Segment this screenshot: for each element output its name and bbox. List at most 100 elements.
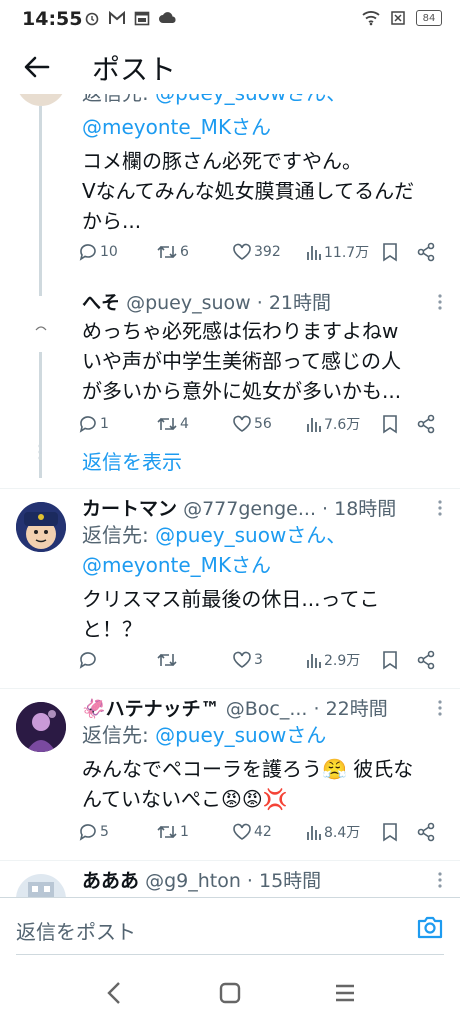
retweet-button[interactable]: 4	[156, 414, 189, 434]
reply-button[interactable]: 5	[78, 822, 109, 842]
avatar[interactable]	[16, 502, 66, 552]
status-time: 14:55	[22, 8, 83, 30]
tweet-actions: 3 2.9万	[78, 650, 444, 674]
reply-to-prefix: 返信先:	[82, 523, 156, 547]
tweet-time[interactable]: · 21時間	[257, 292, 331, 314]
bookmark-button[interactable]	[382, 822, 398, 842]
like-count: 42	[254, 824, 272, 840]
views-button[interactable]: 11.7万	[306, 242, 369, 262]
reply-button[interactable]: 10	[78, 242, 118, 262]
tweet-text-line: めっちゃ必死感は伝わりますよねw	[82, 319, 399, 343]
author-name[interactable]: ハテナッチ™	[106, 698, 220, 720]
author-handle[interactable]: @Boc_...	[226, 698, 308, 720]
bookmark-button[interactable]	[382, 414, 398, 434]
reply-tweet[interactable]: カートマン @777genge... · 18時間 返信先: @puey_suo…	[0, 490, 460, 686]
avatar[interactable]	[16, 874, 66, 897]
views-button[interactable]: 8.4万	[306, 822, 360, 842]
reply-button[interactable]	[78, 650, 100, 670]
share-button[interactable]	[416, 414, 436, 434]
share-icon	[417, 414, 435, 434]
tweet-text-line: と！？	[82, 617, 142, 641]
home-nav-icon[interactable]	[219, 980, 241, 1006]
mention-link[interactable]: @puey_suowさん、	[155, 523, 346, 547]
reply-to-line: 返信先: @puey_suowさん	[82, 720, 442, 750]
reply-input[interactable]: 返信をポスト	[16, 916, 136, 945]
reply-tweet[interactable]: 返信先: @puey_suowさん、 @meyonte_MKさん コメ欄の豚さん…	[0, 94, 460, 296]
avatar[interactable]	[16, 94, 66, 106]
share-button[interactable]	[416, 822, 436, 842]
avatar[interactable]	[16, 298, 66, 348]
avatar-image	[35, 326, 47, 331]
bookmark-icon	[383, 243, 397, 262]
avatar[interactable]	[16, 702, 66, 752]
author-handle[interactable]: @g9_hton	[145, 870, 241, 892]
share-icon	[417, 822, 435, 842]
tweet-text-line: んていないぺこ😡😡💢	[82, 787, 288, 811]
author-name[interactable]: へそ	[82, 292, 120, 314]
retweet-icon	[157, 245, 177, 259]
retweet-button[interactable]: 6	[156, 242, 189, 262]
more-options-icon[interactable]	[438, 294, 442, 310]
retweet-button[interactable]: 1	[156, 822, 189, 842]
bookmark-button[interactable]	[382, 242, 398, 262]
more-options-icon[interactable]	[438, 872, 442, 888]
system-navigation-bar	[0, 960, 460, 1024]
conversation-thread[interactable]: 返信先: @puey_suowさん、 @meyonte_MKさん コメ欄の豚さん…	[0, 94, 460, 897]
retweet-button[interactable]	[156, 650, 180, 670]
reply-composer[interactable]: 返信をポスト	[0, 897, 460, 958]
no-sim-icon	[391, 11, 405, 25]
share-button[interactable]	[416, 242, 436, 262]
author-handle[interactable]: @puey_suow	[126, 292, 251, 314]
tweet-text: コメ欄の豚さん必死ですやん。 Vなんてみんな処女膜貫通してるんだ から...	[82, 146, 442, 236]
reply-count: 10	[100, 244, 118, 260]
reply-button[interactable]: 1	[78, 414, 109, 434]
show-replies-link[interactable]: 返信を表示	[82, 446, 182, 475]
view-count: 2.9万	[324, 653, 361, 669]
bookmark-icon	[383, 823, 397, 842]
name-emoji: 🦑	[82, 698, 106, 720]
bookmark-icon	[383, 415, 397, 434]
divider	[0, 688, 460, 689]
tweet-text-line: Vなんてみんな処女膜貫通してるんだ	[82, 179, 415, 203]
heart-icon	[233, 823, 251, 840]
back-nav-icon[interactable]	[104, 980, 124, 1006]
reply-tweet[interactable]: 🦑ハテナッチ™ @Boc_... · 22時間 返信先: @puey_suowさ…	[0, 690, 460, 858]
tweet-text-line: いや声が中学生美術部って感じの人	[82, 349, 401, 373]
reply-icon	[79, 244, 96, 261]
wifi-icon	[362, 11, 380, 26]
author-row: あああ @g9_hton · 15時間	[82, 866, 321, 893]
heart-icon	[233, 651, 251, 668]
like-button[interactable]: 42	[232, 822, 272, 842]
retweet-count: 1	[180, 824, 189, 840]
views-button[interactable]: 2.9万	[306, 650, 360, 670]
bookmark-button[interactable]	[382, 650, 398, 670]
tweet-text-line: コメ欄の豚さん必死ですやん。	[82, 149, 362, 173]
share-button[interactable]	[416, 650, 436, 670]
like-button[interactable]: 3	[232, 650, 263, 670]
reply-tweet[interactable]: あああ @g9_hton · 15時間	[0, 862, 460, 897]
author-name[interactable]: カートマン	[82, 498, 177, 520]
author-handle[interactable]: @777genge...	[183, 498, 316, 520]
more-options-icon[interactable]	[438, 700, 442, 716]
view-count: 8.4万	[324, 825, 361, 841]
tweet-actions: 10 6 392 11.7万	[78, 242, 444, 266]
recents-nav-icon[interactable]	[334, 980, 356, 1006]
tweet-time[interactable]: · 15時間	[247, 870, 321, 892]
tweet-time[interactable]: · 18時間	[322, 498, 396, 520]
author-name[interactable]: あああ	[82, 870, 139, 892]
back-arrow-icon[interactable]	[22, 52, 52, 82]
reply-tweet[interactable]: へそ @puey_suow · 21時間 めっちゃ必死感は伝わりますよねw いや…	[0, 282, 460, 492]
reply-icon	[79, 416, 96, 433]
mention-link[interactable]: @puey_suowさん	[155, 723, 326, 747]
mention-link[interactable]: @puey_suowさん、	[155, 94, 346, 105]
tweet-time[interactable]: · 22時間	[314, 698, 388, 720]
more-options-icon[interactable]	[438, 500, 442, 516]
like-button[interactable]: 56	[232, 414, 272, 434]
camera-icon[interactable]	[416, 914, 444, 940]
thread-line	[39, 106, 42, 296]
like-button[interactable]: 392	[232, 242, 281, 262]
views-button[interactable]: 7.6万	[306, 414, 360, 434]
mention-link[interactable]: @meyonte_MKさん	[82, 550, 442, 580]
mention-link[interactable]: @meyonte_MKさん	[82, 112, 442, 142]
avatar-image	[28, 882, 54, 897]
